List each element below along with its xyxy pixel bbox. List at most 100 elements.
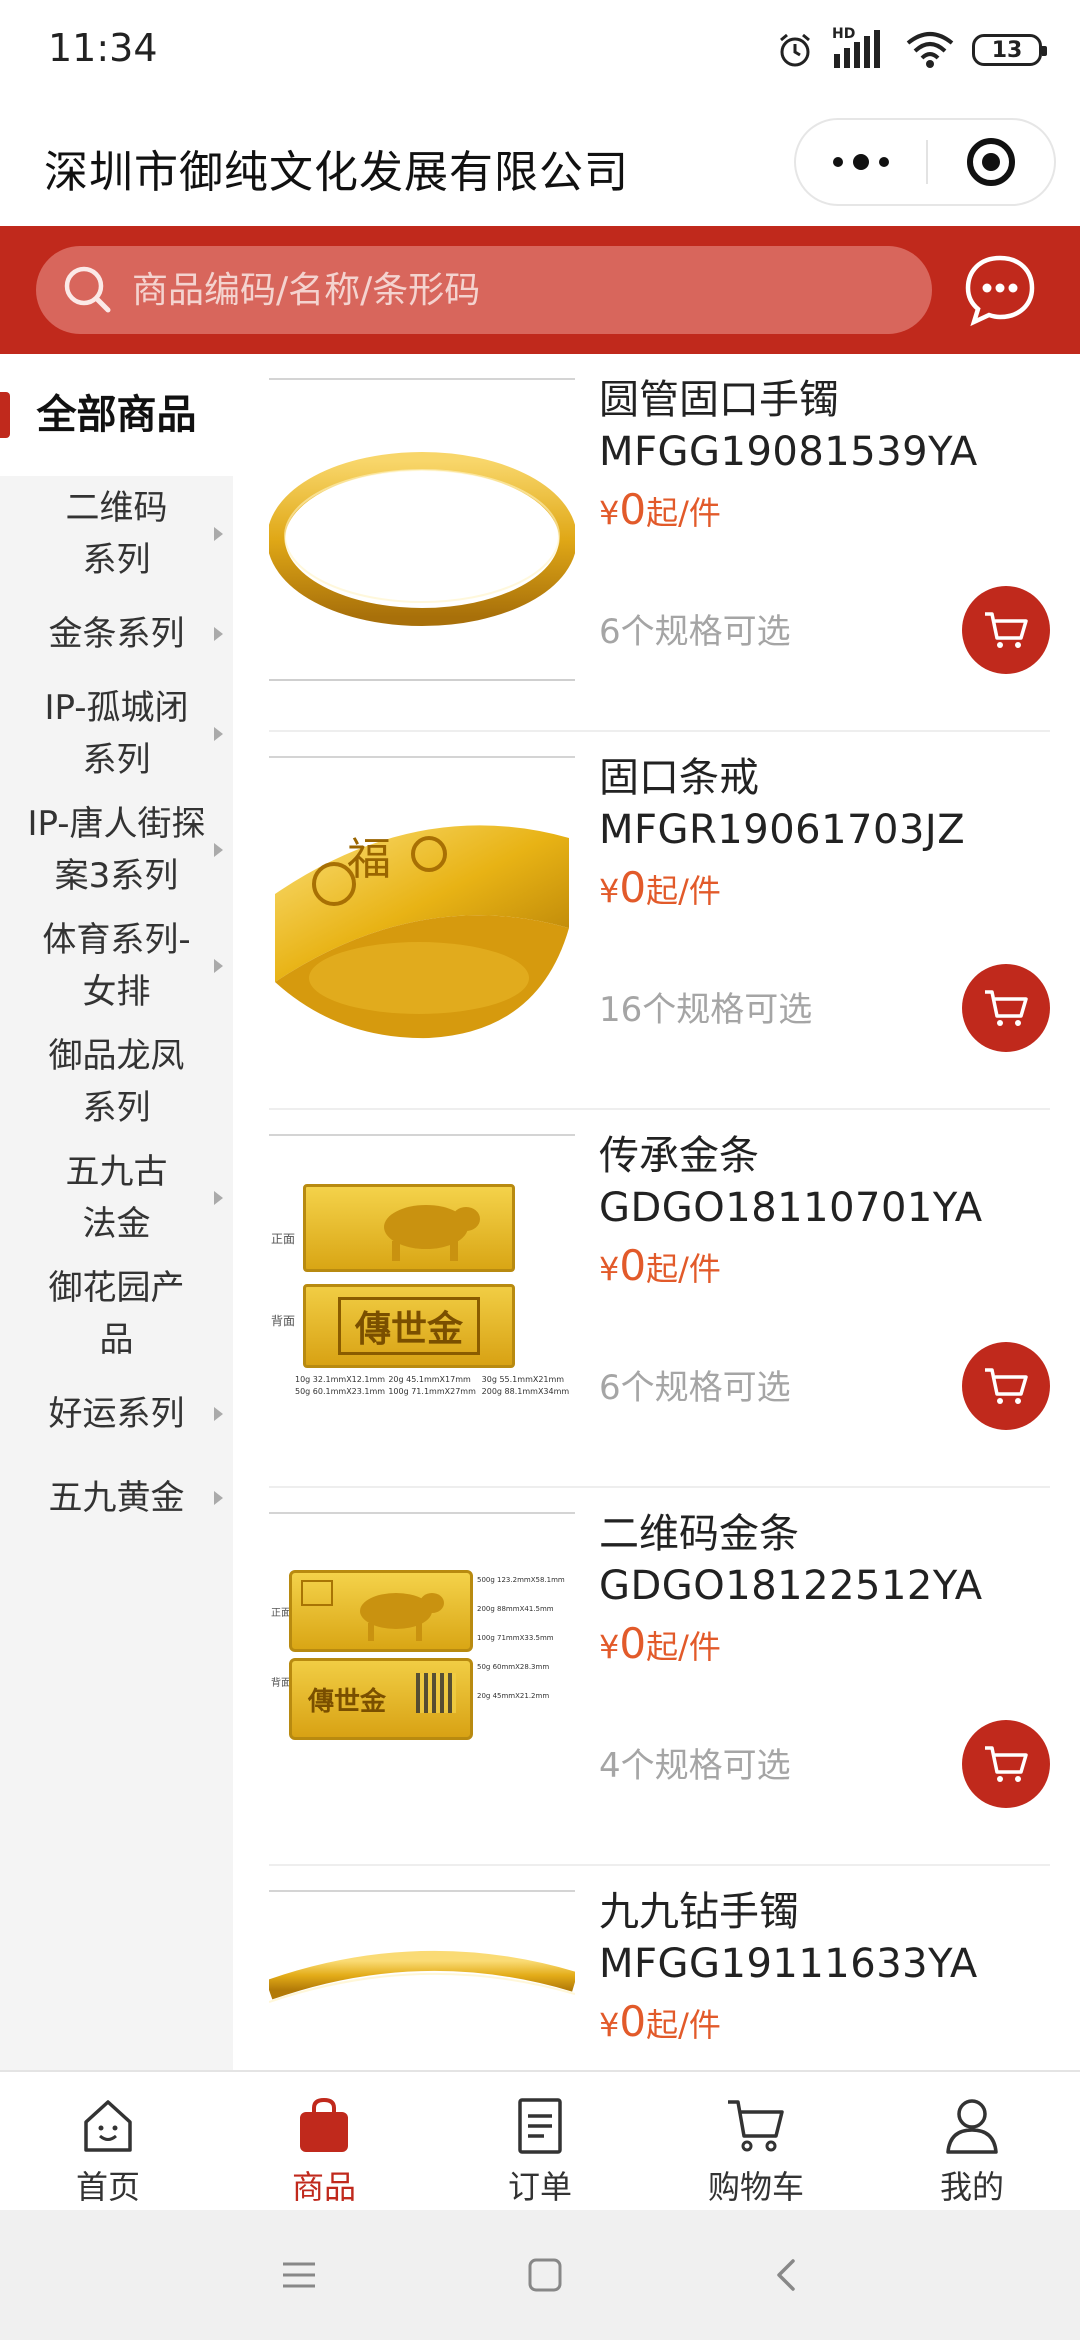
- sidebar-item-goldbar[interactable]: 金条系列: [0, 592, 233, 676]
- price-currency: ¥: [599, 1250, 620, 1288]
- search-bar[interactable]: [36, 246, 932, 334]
- product-code: MFGR19061703JZ: [599, 807, 966, 853]
- tab-me[interactable]: 我的: [864, 2072, 1080, 2210]
- product-name: 圆管固口手镯: [599, 377, 839, 423]
- sidebar-item-label: 金条系列: [48, 614, 185, 654]
- chat-icon[interactable]: [958, 248, 1042, 332]
- sidebar-item-label: 御品龙凤系列: [48, 1036, 185, 1128]
- cart-icon: [985, 1368, 1028, 1404]
- add-to-cart-button[interactable]: [962, 1720, 1050, 1808]
- size-spec: 20g 45mmX21.2mm: [477, 1692, 550, 1700]
- home-square-icon[interactable]: [527, 2257, 563, 2293]
- add-to-cart-button[interactable]: [962, 1342, 1050, 1430]
- product-image-bangle-2[interactable]: [269, 1890, 575, 2070]
- system-nav-bar: [0, 2210, 1080, 2340]
- sidebar-item-yuhuayuan[interactable]: 御花园产品: [0, 1256, 233, 1372]
- image-back-label: 背面: [271, 1678, 291, 1689]
- chevron-right-icon: [214, 1191, 223, 1205]
- product-specs: 6个规格可选: [599, 1368, 791, 1408]
- product-list: 圆管固口手镯 MFGG19081539YA ¥0起/件 6个规格可选 福 固口条…: [233, 354, 1080, 2070]
- product-code: GDGO18122512YA: [599, 1563, 983, 1609]
- chevron-right-icon: [214, 1491, 223, 1505]
- gold-bar-stamp: 傳世金: [337, 1297, 480, 1355]
- gold-bar-stamp: 傳世金: [308, 1687, 387, 1717]
- price-value: 0: [619, 863, 647, 912]
- price-currency: ¥: [599, 1628, 620, 1666]
- size-spec: 100g 71.1mmX27mm: [388, 1387, 476, 1396]
- sidebar-item-sports[interactable]: 体育系列-女排: [0, 908, 233, 1024]
- sidebar-item-label: 二维码系列: [65, 488, 168, 580]
- status-time: 11:34: [48, 26, 158, 70]
- tab-products[interactable]: 商品: [216, 2072, 432, 2210]
- chevron-right-icon: [214, 1407, 223, 1421]
- product-name: 固口条戒: [599, 755, 759, 801]
- price-unit: 起/件: [646, 2006, 721, 2044]
- sidebar-item-qrcode[interactable]: 二维码系列: [0, 476, 233, 592]
- sidebar-item-ip-tangrenjie[interactable]: IP-唐人街探案3系列: [0, 792, 233, 908]
- product-name: 传承金条: [599, 1133, 759, 1179]
- miniprogram-capsule: [794, 118, 1056, 206]
- cart-icon: [985, 990, 1028, 1026]
- chevron-right-icon: [214, 527, 223, 541]
- product-card[interactable]: 福 固口条戒 MFGR19061703JZ ¥0起/件 16个规格可选: [233, 732, 1080, 1110]
- product-image-gold-bar[interactable]: 正面 背面 傳世金 10g 32.1mmX12.1mm 20g 45.1mmX1…: [269, 1134, 575, 1440]
- product-image-qr-gold-bar[interactable]: 正面 背面 傳世金 500g 123.2mmX58.1mm 200g 88mmX…: [269, 1512, 575, 1818]
- add-to-cart-button[interactable]: [962, 964, 1050, 1052]
- close-miniprogram-icon[interactable]: [928, 120, 1054, 204]
- tab-label: 购物车: [707, 2168, 804, 2206]
- chevron-right-icon: [214, 627, 223, 641]
- product-card[interactable]: 正面 背面 傳世金 10g 32.1mmX12.1mm 20g 45.1mmX1…: [233, 1110, 1080, 1488]
- wifi-icon: [906, 32, 954, 68]
- tab-orders[interactable]: 订单: [432, 2072, 648, 2210]
- product-image-ring[interactable]: 福: [269, 756, 575, 1062]
- size-spec: 10g 32.1mmX12.1mm: [295, 1375, 386, 1384]
- more-icon[interactable]: [796, 120, 926, 204]
- menu-icon[interactable]: [281, 2260, 317, 2290]
- order-icon: [518, 2098, 562, 2154]
- signal-icon: HD: [832, 26, 888, 70]
- size-spec: 200g 88mmX41.5mm: [477, 1605, 554, 1613]
- product-name: 二维码金条: [599, 1511, 799, 1557]
- product-image-bangle[interactable]: [269, 378, 575, 684]
- product-card[interactable]: 九九钻手镯 MFGG19111633YA ¥0起/件: [233, 1866, 1080, 2070]
- image-front-label: 正面: [271, 1608, 291, 1619]
- sidebar-item-ip-gucheng[interactable]: IP-孤城闭系列: [0, 676, 233, 792]
- sidebar-item-59-gold[interactable]: 五九黄金: [0, 1456, 233, 1540]
- title-bar: 深圳市御纯文化发展有限公司: [0, 100, 1080, 226]
- status-bar: 11:34 HD 13: [0, 0, 1080, 100]
- sidebar-item-longfeng[interactable]: 御品龙凤系列: [0, 1024, 233, 1140]
- size-spec: 500g 123.2mmX58.1mm: [477, 1576, 565, 1584]
- product-price: ¥0起/件: [599, 1240, 721, 1295]
- sidebar-item-label: IP-唐人街探案3系列: [27, 804, 206, 896]
- chevron-right-icon: [214, 843, 223, 857]
- product-card[interactable]: 正面 背面 傳世金 500g 123.2mmX58.1mm 200g 88mmX…: [233, 1488, 1080, 1866]
- alarm-icon: [780, 33, 810, 67]
- status-icons: HD 13: [776, 26, 1047, 72]
- price-unit: 起/件: [646, 494, 721, 532]
- tab-cart[interactable]: 购物车: [648, 2072, 864, 2210]
- sidebar-item-all[interactable]: 全部商品: [0, 354, 233, 476]
- product-price: ¥0起/件: [599, 862, 721, 917]
- product-code: MFGG19081539YA: [599, 429, 978, 475]
- gold-bar-sizes: 500g 123.2mmX58.1mm 200g 88mmX41.5mm 100…: [477, 1566, 575, 1711]
- size-spec: 200g 88.1mmX34mm: [481, 1387, 570, 1396]
- cart-icon: [728, 2100, 784, 2152]
- battery-icon: 13: [972, 34, 1047, 66]
- search-input[interactable]: [132, 269, 912, 311]
- chevron-right-icon: [214, 727, 223, 741]
- product-specs: 6个规格可选: [599, 612, 791, 652]
- product-card[interactable]: 圆管固口手镯 MFGG19081539YA ¥0起/件 6个规格可选: [233, 354, 1080, 732]
- price-value: 0: [619, 1619, 647, 1668]
- gold-bar-back: 傳世金: [303, 1284, 515, 1368]
- tab-home[interactable]: 首页: [0, 2072, 216, 2210]
- gold-bar-back: 傳世金: [289, 1658, 473, 1740]
- tab-label: 首页: [75, 2168, 140, 2206]
- sidebar-item-59-gufa[interactable]: 五九古法金: [0, 1140, 233, 1256]
- sidebar-item-haoyun[interactable]: 好运系列: [0, 1372, 233, 1456]
- size-spec: 100g 71mmX33.5mm: [477, 1634, 554, 1642]
- add-to-cart-button[interactable]: [962, 586, 1050, 674]
- price-unit: 起/件: [646, 1628, 721, 1666]
- back-icon[interactable]: [773, 2257, 799, 2293]
- product-code: MFGG19111633YA: [599, 1941, 978, 1987]
- product-specs: 4个规格可选: [599, 1746, 791, 1786]
